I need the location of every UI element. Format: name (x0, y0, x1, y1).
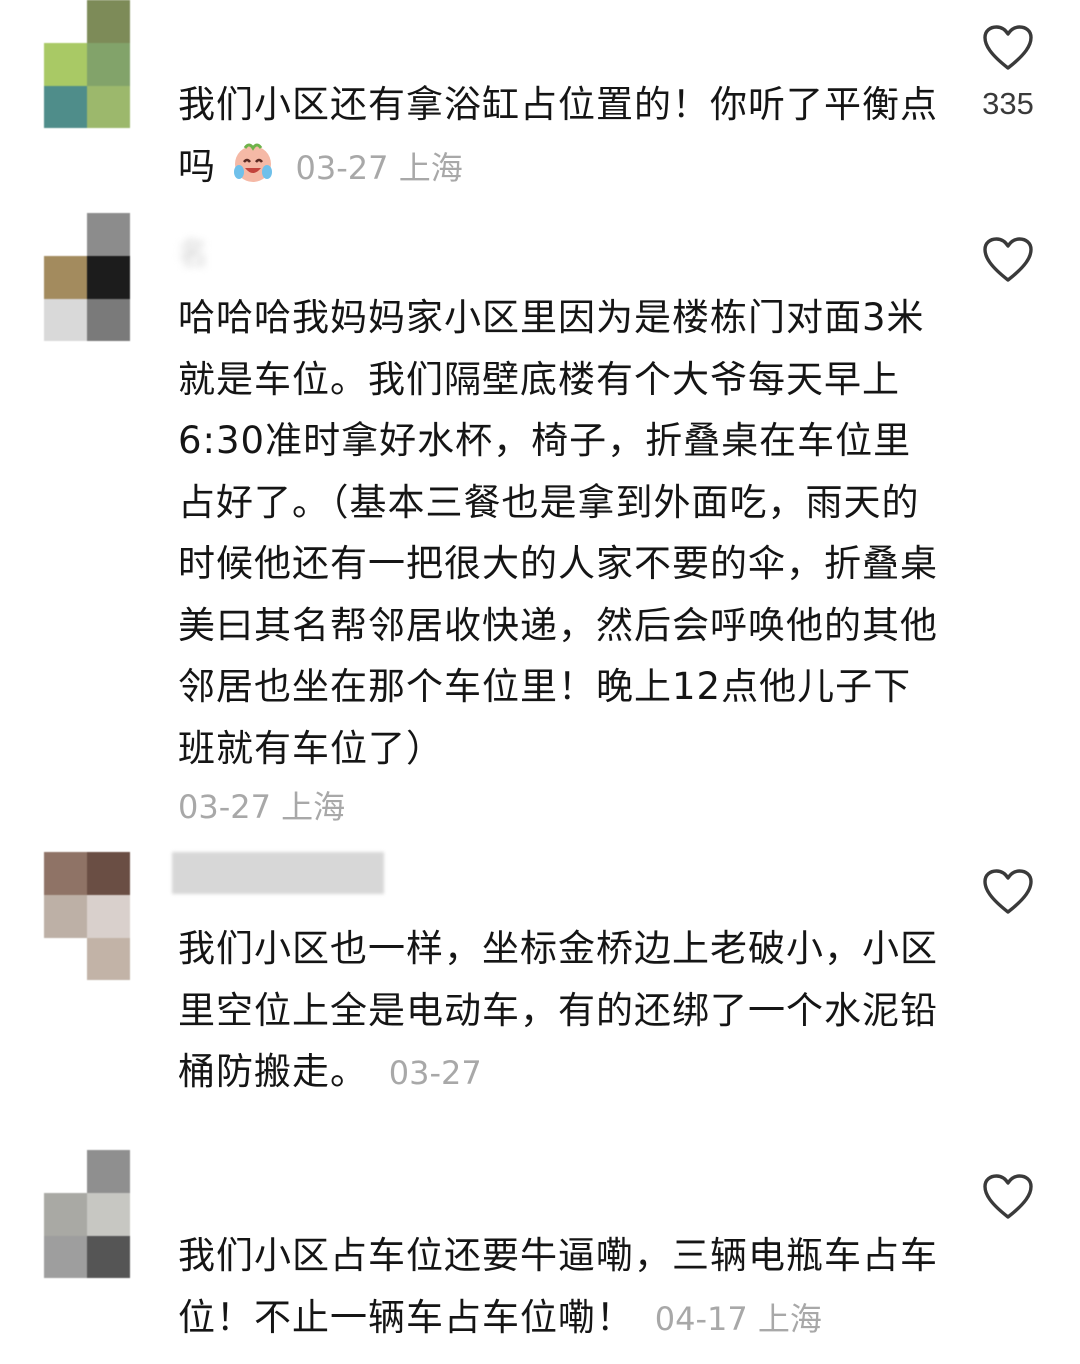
avatar[interactable] (44, 213, 130, 341)
username-mask[interactable] (172, 852, 384, 894)
heart-icon[interactable] (982, 1173, 1034, 1221)
heart-icon[interactable] (982, 24, 1034, 72)
comment-text: 哈哈哈我妈妈家小区里因为是楼栋门对面3米就是车位。我们隔壁底楼有个大爷每天早上6… (178, 287, 938, 779)
comment-meta: 03-27 上海 (295, 148, 463, 187)
comment-text: 我们小区占车位还要牛逼嘞，三辆电瓶车占车位！不止一辆车占车位嘞！ 04-17 上… (178, 1225, 938, 1350)
comment-body: 我们小区也一样，坐标金桥边上老破小，小区里空位上全是电动车，有的还绑了一个水泥铅… (178, 927, 938, 1093)
comment-body: 哈哈哈我妈妈家小区里因为是楼栋门对面3米就是车位。我们隔壁底楼有个大爷每天早上6… (178, 296, 938, 770)
comment-meta: 03-27 (388, 1054, 482, 1092)
comment-meta: 04-17 上海 (654, 1299, 822, 1338)
heart-icon[interactable] (982, 236, 1034, 284)
comment-text: 我们小区还有拿浴缸占位置的！你听了平衡点吗 03-27 上海 (178, 74, 938, 199)
comment-text: 我们小区也一样，坐标金桥边上老破小，小区里空位上全是电动车，有的还绑了一个水泥铅… (178, 918, 938, 1105)
avatar[interactable] (44, 0, 130, 128)
comment-meta: 03-27 上海 (178, 788, 346, 826)
like-count: 335 (982, 86, 1034, 121)
comment-body: 我们小区占车位还要牛逼嘞，三辆电瓶车占车位！不止一辆车占车位嘞！ (178, 1234, 938, 1339)
comment-body: 我们小区还有拿浴缸占位置的！你听了平衡点吗 (178, 83, 938, 188)
avatar[interactable] (44, 1150, 130, 1278)
heart-icon[interactable] (982, 868, 1034, 916)
username[interactable]: 名 (178, 237, 210, 273)
avatar[interactable] (44, 852, 130, 980)
crying-laughing-emoji-icon (233, 143, 272, 182)
